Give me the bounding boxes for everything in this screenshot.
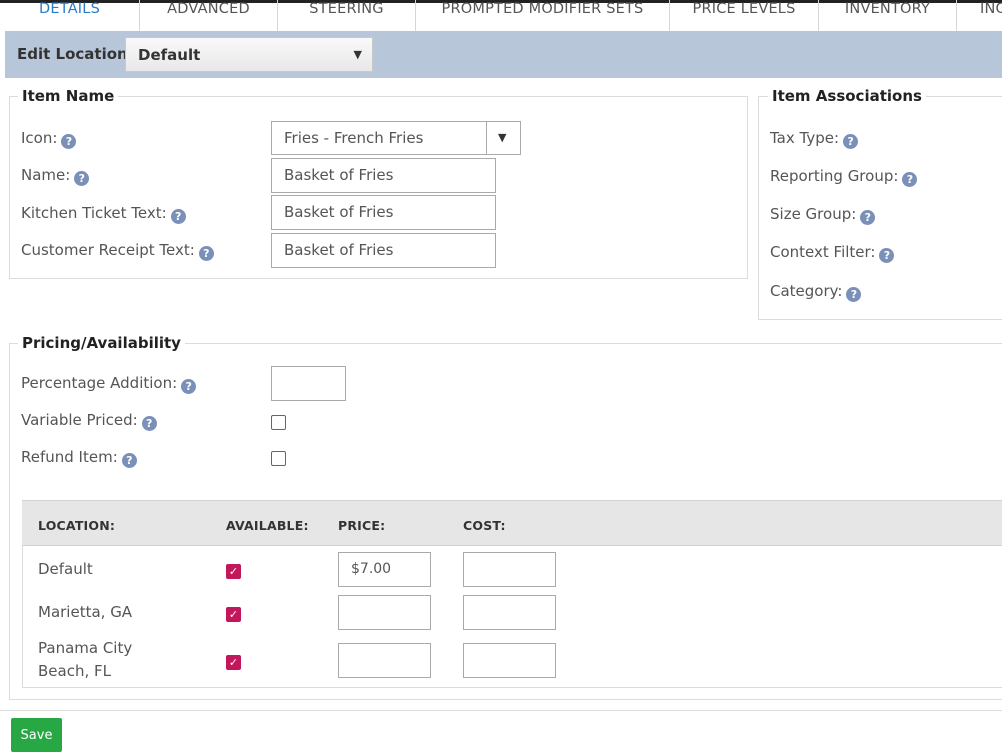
tab-inventory[interactable]: INVENTORY [819, 0, 957, 31]
help-icon[interactable]: ? [902, 172, 918, 187]
category-label: Category:? [770, 282, 862, 302]
icon-select[interactable]: Fries - French Fries ▼ [271, 121, 521, 155]
help-icon[interactable]: ? [121, 453, 137, 468]
table-bottom-border [22, 687, 1002, 688]
available-checkbox[interactable]: ✓ [226, 564, 241, 579]
table-row-location: Marietta, GA [38, 603, 133, 621]
percentage-addition-input[interactable] [271, 366, 346, 401]
chevron-down-icon: ▼ [353, 48, 362, 61]
percentage-addition-label: Percentage Addition:? [21, 374, 197, 394]
customer-receipt-label: Customer Receipt Text:? [21, 241, 214, 261]
save-button[interactable]: Save [11, 718, 62, 752]
help-icon[interactable]: ? [846, 287, 862, 302]
reporting-group-label: Reporting Group:? [770, 167, 918, 187]
refund-item-label: Refund Item:? [21, 448, 137, 468]
edit-location-bar: Edit Location: Default ▼ [5, 31, 1002, 78]
help-icon[interactable]: ? [61, 134, 77, 149]
footer-divider [0, 710, 1002, 711]
tab-bar: DETAILS ADVANCED STEERING PROMPTED MODIF… [0, 0, 1002, 31]
available-column-header: AVAILABLE: [226, 518, 309, 533]
table-row-location: Default [38, 560, 93, 578]
tab-details[interactable]: DETAILS [0, 0, 140, 31]
kitchen-ticket-input[interactable]: Basket of Fries [271, 195, 496, 230]
price-column-header: PRICE: [338, 518, 386, 533]
tab-ingredients[interactable]: INGREDIENTS [957, 0, 1002, 31]
help-icon[interactable]: ? [74, 171, 90, 186]
cost-input[interactable] [463, 643, 556, 678]
icon-select-value: Fries - French Fries [284, 129, 424, 147]
price-input[interactable] [338, 595, 431, 630]
help-icon[interactable]: ? [879, 248, 895, 263]
cost-input[interactable] [463, 552, 556, 587]
price-input[interactable]: $7.00 [338, 552, 431, 587]
kitchen-ticket-label: Kitchen Ticket Text:? [21, 204, 186, 224]
help-icon[interactable]: ? [170, 209, 186, 224]
cost-column-header: COST: [463, 518, 506, 533]
item-name-legend: Item Name [18, 87, 119, 105]
edit-location-select[interactable]: Default ▼ [125, 37, 373, 72]
help-icon[interactable]: ? [198, 246, 214, 261]
help-icon[interactable]: ? [181, 379, 197, 394]
price-input[interactable] [338, 643, 431, 678]
available-checkbox[interactable]: ✓ [226, 607, 241, 622]
item-associations-legend: Item Associations [768, 87, 926, 105]
table-row-location: Panama City Beach, FL [38, 639, 133, 680]
customer-receipt-input[interactable]: Basket of Fries [271, 233, 496, 268]
size-group-label: Size Group:? [770, 205, 876, 225]
edit-location-label: Edit Location: [17, 45, 134, 63]
tab-prompted-modifier-sets[interactable]: PROMPTED MODIFIER SETS [416, 0, 670, 31]
tab-price-levels[interactable]: PRICE LEVELS [670, 0, 819, 31]
tab-advanced[interactable]: ADVANCED [140, 0, 278, 31]
refund-item-checkbox[interactable] [271, 451, 286, 466]
variable-priced-checkbox[interactable] [271, 415, 286, 430]
name-input[interactable]: Basket of Fries [271, 158, 496, 193]
select-divider [486, 122, 487, 154]
edit-location-value: Default [138, 46, 201, 64]
tab-steering[interactable]: STEERING [278, 0, 416, 31]
help-icon[interactable]: ? [843, 134, 859, 149]
pricing-legend: Pricing/Availability [18, 334, 185, 352]
chevron-down-icon: ▼ [498, 131, 507, 144]
icon-label: Icon:? [21, 129, 77, 149]
context-filter-label: Context Filter:? [770, 243, 895, 263]
location-table-header: LOCATION: AVAILABLE: PRICE: COST: [22, 500, 1002, 546]
name-label: Name:? [21, 166, 90, 186]
location-column-header: LOCATION: [38, 518, 116, 533]
table-left-border [22, 546, 23, 688]
help-icon[interactable]: ? [860, 210, 876, 225]
available-checkbox[interactable]: ✓ [226, 655, 241, 670]
cost-input[interactable] [463, 595, 556, 630]
variable-priced-label: Variable Priced:? [21, 411, 157, 431]
help-icon[interactable]: ? [141, 416, 157, 431]
tax-type-label: Tax Type:? [770, 129, 859, 149]
